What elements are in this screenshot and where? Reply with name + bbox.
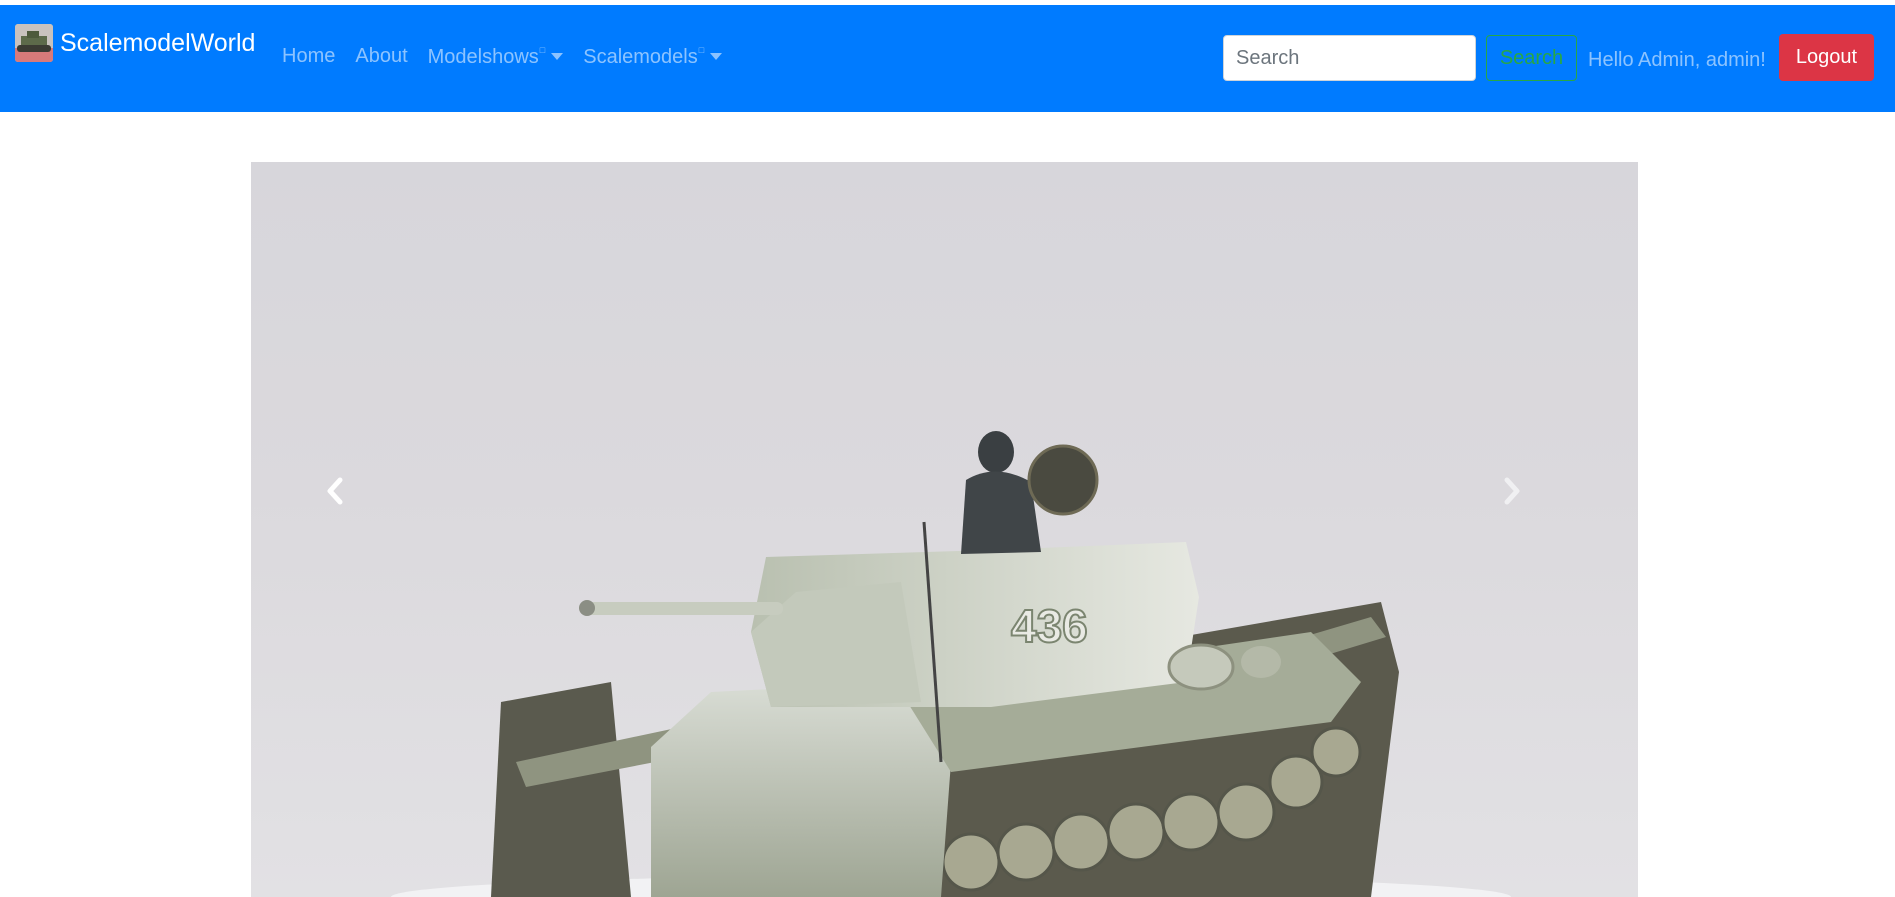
page: ScalemodelWorld Home About Modelshows□ S… [0, 0, 1895, 897]
nav-link-about[interactable]: About [355, 45, 407, 69]
carousel-prev-button[interactable] [325, 477, 385, 537]
nav-dropdown-modelshows-label: Modelshows [427, 46, 539, 68]
search-input[interactable] [1223, 35, 1476, 81]
missing-glyph-icon: □ [698, 45, 705, 55]
missing-glyph-icon: □ [539, 45, 546, 55]
chevron-left-icon [327, 477, 343, 505]
logout-button[interactable]: Logout [1779, 34, 1874, 81]
nav-menu: Home About Modelshows□ Scalemodels□ [282, 45, 723, 69]
search-button[interactable]: Search [1486, 35, 1577, 81]
carousel-slide-image: 436 [391, 431, 1511, 897]
chevron-right-icon [1504, 477, 1520, 505]
user-greeting: Hello Admin, admin! [1588, 49, 1766, 71]
nav-dropdown-scalemodels-label: Scalemodels [583, 46, 698, 68]
caret-down-icon [551, 53, 564, 60]
carousel-next-button[interactable] [1502, 477, 1562, 537]
navbar: ScalemodelWorld Home About Modelshows□ S… [0, 5, 1895, 112]
caret-down-icon [710, 53, 723, 60]
brand-name: ScalemodelWorld [60, 28, 256, 57]
brand-link[interactable]: ScalemodelWorld [15, 22, 255, 64]
tank-number: 436 [1011, 600, 1088, 652]
nav-link-home[interactable]: Home [282, 45, 335, 69]
nav-dropdown-scalemodels[interactable]: Scalemodels□ [583, 45, 723, 69]
nav-link-home-label: Home [282, 45, 336, 67]
nav-dropdown-modelshows[interactable]: Modelshows□ [428, 45, 564, 69]
image-carousel: 436 [251, 162, 1638, 897]
brand-logo [15, 24, 53, 62]
nav-link-about-label: About [355, 45, 408, 67]
